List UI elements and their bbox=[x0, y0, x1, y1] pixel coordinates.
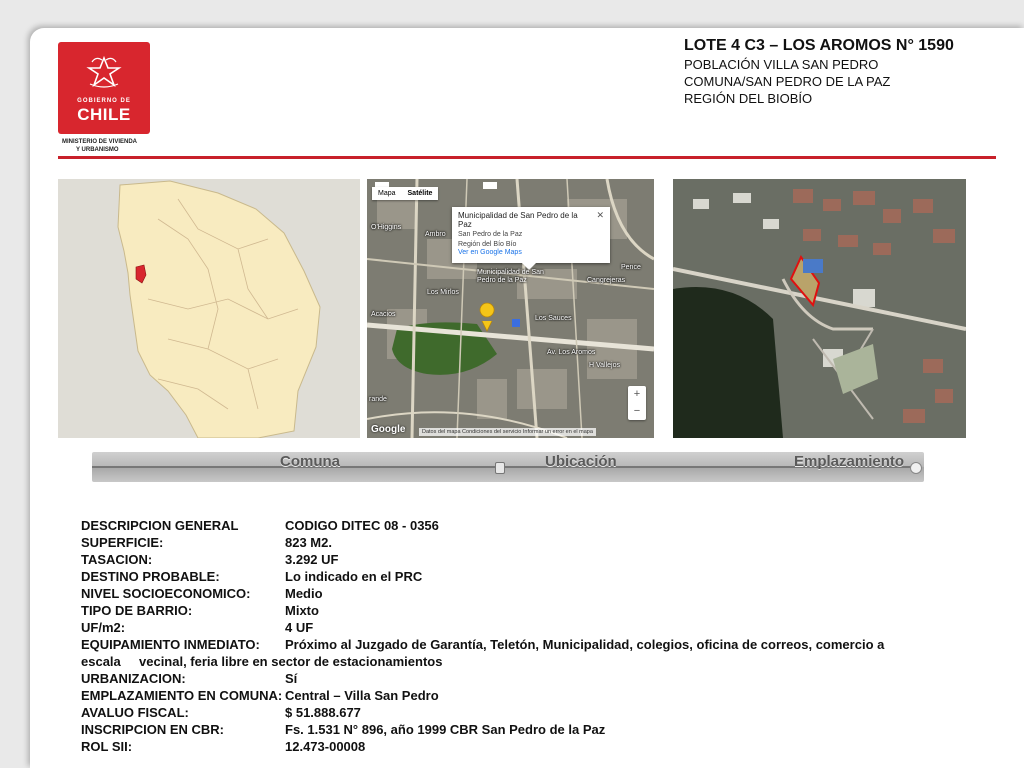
detail-value: 12.473-00008 bbox=[285, 739, 366, 754]
detail-value: Lo indicado en el PRC bbox=[285, 569, 423, 584]
zoom-out-button[interactable]: − bbox=[628, 403, 646, 420]
view-slider[interactable]: Comuna Ubicación Emplazamiento bbox=[92, 452, 924, 482]
document-sheet: GOBIERNO DE CHILE MINISTERIO DE VIVIENDA… bbox=[30, 28, 1024, 768]
slider-label-emplazamiento[interactable]: Emplazamiento bbox=[794, 453, 904, 470]
detail-label: ROL SII: bbox=[81, 739, 133, 754]
detail-row: UF/m2: 4 UF bbox=[81, 619, 961, 636]
zoom-controls: + − bbox=[628, 386, 646, 420]
coat-of-arms-icon bbox=[86, 55, 122, 88]
street-label: Av. Los Aromos bbox=[547, 349, 596, 356]
ministry-line-1: MINISTERIO DE VIVIENDA bbox=[62, 139, 138, 145]
detail-label: AVALUO FISCAL: bbox=[81, 705, 189, 720]
emplazamiento-aerial-photo bbox=[673, 179, 966, 438]
map-attribution[interactable]: Datos del mapa Condiciones del servicio … bbox=[419, 428, 596, 436]
detail-value: 3.292 UF bbox=[285, 552, 339, 567]
detail-row: DESCRIPCION GENERAL CODIGO DITEC 08 - 03… bbox=[81, 517, 961, 534]
place-info-window: Municipalidad de San Pedro de la Paz San… bbox=[452, 207, 610, 270]
detail-value: Próximo al Juzgado de Garantía, Teletón,… bbox=[285, 637, 885, 652]
lot-header: LOTE 4 C3 – LOS AROMOS N° 1590 POBLACIÓN… bbox=[684, 36, 954, 107]
detail-label: NIVEL SOCIOECONOMICO: bbox=[81, 586, 251, 601]
detail-value: Central – Villa San Pedro bbox=[285, 688, 439, 703]
detail-label: SUPERFICIE: bbox=[81, 535, 164, 550]
detail-label: UF/m2: bbox=[81, 620, 126, 635]
map-tab[interactable]: Mapa bbox=[372, 187, 402, 200]
logo-gobierno-text: GOBIERNO DE bbox=[77, 98, 131, 104]
detail-row: TIPO DE BARRIO: Mixto bbox=[81, 602, 961, 619]
street-label: Los Sauces bbox=[535, 315, 572, 322]
slider-label-comuna[interactable]: Comuna bbox=[280, 453, 340, 470]
header-poblacion: POBLACIÓN VILLA SAN PEDRO bbox=[684, 57, 879, 72]
google-logo: Google bbox=[371, 424, 406, 435]
detail-row: EQUIPAMIENTO INMEDIATO: Próximo al Juzga… bbox=[81, 636, 961, 653]
slider-end-knob[interactable] bbox=[910, 462, 922, 474]
street-label: Los Mirlos bbox=[427, 289, 459, 296]
zoom-in-button[interactable]: + bbox=[628, 386, 646, 403]
property-details: DESCRIPCION GENERAL CODIGO DITEC 08 - 03… bbox=[81, 517, 961, 755]
street-label: Cangrejeras bbox=[587, 277, 626, 284]
ministry-name: MINISTERIO DE VIVIENDA Y URBANISMO bbox=[62, 138, 137, 154]
map-type-toolbar: Mapa Satélite bbox=[372, 187, 439, 200]
detail-row: DESTINO PROBABLE: Lo indicado en el PRC bbox=[81, 568, 961, 585]
place-region: Región del Bío Bío bbox=[458, 241, 517, 248]
header-comuna: COMUNA/SAN PEDRO DE LA PAZ bbox=[684, 74, 891, 89]
street-label: rande bbox=[369, 396, 387, 403]
detail-row: INSCRIPCION EN CBR: Fs. 1.531 N° 896, añ… bbox=[81, 721, 961, 738]
detail-row: ROL SII: 12.473-00008 bbox=[81, 738, 961, 755]
detail-label: DESTINO PROBABLE: bbox=[81, 569, 220, 584]
detail-row-continuation: escala vecinal, feria libre en sector de… bbox=[81, 653, 961, 670]
detail-row: AVALUO FISCAL: $ 51.888.677 bbox=[81, 704, 961, 721]
detail-row: URBANIZACION: Sí bbox=[81, 670, 961, 687]
detail-value: 4 UF bbox=[285, 620, 314, 635]
detail-row: TASACION: 3.292 UF bbox=[81, 551, 961, 568]
detail-label: TASACION: bbox=[81, 552, 153, 567]
street-label: Acacios bbox=[371, 311, 396, 318]
place-city: San Pedro de la Paz bbox=[458, 231, 523, 238]
detail-label: EQUIPAMIENTO INMEDIATO: bbox=[81, 637, 260, 652]
detail-row: NIVEL SOCIOECONOMICO: Medio bbox=[81, 585, 961, 602]
slider-label-ubicacion[interactable]: Ubicación bbox=[545, 453, 617, 470]
street-label: O'Higgins bbox=[371, 224, 402, 231]
detail-row: EMPLAZAMIENTO EN COMUNA: Central – Villa… bbox=[81, 687, 961, 704]
detail-label: EMPLAZAMIENTO EN COMUNA: bbox=[81, 688, 283, 703]
street-label: Pence bbox=[621, 264, 641, 271]
detail-value: 823 M2. bbox=[285, 535, 332, 550]
street-label: Ambro bbox=[425, 231, 446, 238]
lot-title: LOTE 4 C3 – LOS AROMOS N° 1590 bbox=[684, 37, 954, 54]
detail-value: vecinal, feria libre en sector de estaci… bbox=[139, 654, 443, 669]
detail-label: INSCRIPCION EN CBR: bbox=[81, 722, 225, 737]
street-label: H Vallejos bbox=[589, 362, 620, 369]
detail-row: SUPERFICIE: 823 M2. bbox=[81, 534, 961, 551]
detail-value: Mixto bbox=[285, 603, 319, 618]
logo-chile-text: CHILE bbox=[77, 105, 131, 124]
gobierno-de-chile-logo: GOBIERNO DE CHILE bbox=[58, 42, 150, 134]
view-in-google-maps-link[interactable]: Ver en Google Maps bbox=[458, 249, 604, 257]
street-label: Municipalidad de San Pedro de la Paz bbox=[477, 269, 544, 284]
detail-label: TIPO DE BARRIO: bbox=[81, 603, 193, 618]
detail-label: URBANIZACION: bbox=[81, 671, 186, 686]
header-region: REGIÓN DEL BIOBÍO bbox=[684, 91, 813, 106]
slider-handle[interactable] bbox=[495, 462, 505, 474]
detail-value: $ 51.888.677 bbox=[285, 705, 361, 720]
close-icon[interactable]: ✕ bbox=[596, 210, 604, 221]
comuna-region-map bbox=[58, 179, 360, 438]
detail-label: DESCRIPCION GENERAL bbox=[81, 518, 239, 533]
detail-value: Sí bbox=[285, 671, 298, 686]
detail-value: Medio bbox=[285, 586, 323, 601]
detail-value: CODIGO DITEC 08 - 0356 bbox=[285, 518, 439, 533]
detail-label: escala bbox=[81, 654, 121, 669]
satellite-tab[interactable]: Satélite bbox=[402, 187, 439, 200]
ministry-line-2: Y URBANISMO bbox=[76, 147, 119, 153]
place-name: Municipalidad de San Pedro de la Paz bbox=[458, 211, 578, 229]
header-divider bbox=[58, 156, 996, 159]
ubicacion-google-map[interactable]: Mapa Satélite Municipalidad de San Pedro… bbox=[367, 179, 654, 438]
detail-value: Fs. 1.531 N° 896, año 1999 CBR San Pedro… bbox=[285, 722, 606, 737]
